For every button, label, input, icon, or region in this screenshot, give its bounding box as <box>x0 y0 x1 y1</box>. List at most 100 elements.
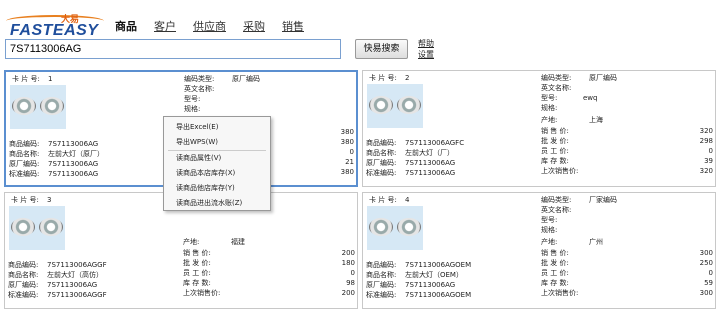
model-label: 型号: <box>184 95 201 103</box>
help-links: 帮助 设置 <box>418 38 434 60</box>
last-price-value: 380 <box>340 168 354 176</box>
std-label: 标准编码: <box>9 170 40 178</box>
search-input[interactable]: 7S7113006AG <box>5 39 341 59</box>
card-no: 4 <box>405 196 410 204</box>
std-value: 7S7113006AG <box>405 169 456 177</box>
product-card-2[interactable]: 卡 片 号: 2 商品编码: 7S7113006AGFC 商品名称: 左前大灯（… <box>362 70 716 187</box>
staff-value: 0 <box>708 147 713 155</box>
staff-value: 0 <box>350 269 355 277</box>
wholesale-label: 批 发 价: <box>541 137 569 145</box>
stock-value: 21 <box>345 158 354 166</box>
card-no: 2 <box>405 74 410 82</box>
factory-label: 原厂编码: <box>8 281 39 289</box>
product-image <box>367 206 423 250</box>
code-label: 商品编码: <box>9 140 40 148</box>
name-value: 左前大灯（OEM） <box>405 271 463 279</box>
nav-item-purchase[interactable]: 采购 <box>243 18 265 34</box>
price-value: 200 <box>341 249 355 257</box>
std-value: 7S7113006AGOEM <box>405 291 472 299</box>
menu-item-read-other-stock[interactable]: 读商品他店库存(Y) <box>164 181 270 196</box>
card-no: 1 <box>48 75 53 83</box>
card-no-label: 卡 片 号: <box>369 74 397 82</box>
product-image <box>10 85 66 129</box>
stock-label: 库 存 数: <box>541 279 569 287</box>
stock-value: 59 <box>704 279 713 287</box>
menu-item-read-local-stock[interactable]: 读商品本店库存(X) <box>164 166 270 181</box>
nav-item-goods[interactable]: 商品 <box>115 18 137 34</box>
staff-value: 0 <box>708 269 713 277</box>
model-label: 型号: <box>541 216 558 224</box>
nav-item-sales[interactable]: 销售 <box>282 18 304 34</box>
factory-label: 原厂编码: <box>366 281 397 289</box>
wholesale-value: 180 <box>341 259 355 267</box>
price-value: 320 <box>699 127 713 135</box>
staff-label: 员 工 价: <box>541 147 569 155</box>
stock-label: 库 存 数: <box>183 279 211 287</box>
std-value: 7S7113006AGGF <box>47 291 107 299</box>
origin-value: 上海 <box>589 116 603 124</box>
menu-item-read-attributes[interactable]: 读商品属性(V) <box>164 151 270 166</box>
card-no-label: 卡 片 号: <box>369 196 397 204</box>
wholesale-value: 250 <box>699 259 713 267</box>
last-price-label: 上次销售价: <box>541 289 579 297</box>
model-value: ewq <box>583 94 598 102</box>
origin-value: 福建 <box>231 238 245 246</box>
nav-item-customers[interactable]: 客户 <box>154 18 176 34</box>
price-value: 380 <box>340 128 354 136</box>
en-label: 英文名称: <box>541 206 572 214</box>
price-label: 销 售 价: <box>541 127 569 135</box>
type-label: 编码类型: <box>184 75 215 83</box>
type-value: 厂家编码 <box>589 196 617 204</box>
help-link[interactable]: 帮助 <box>418 38 434 49</box>
name-value: 左前大灯（厂） <box>405 149 454 157</box>
type-label: 编码类型: <box>541 196 572 204</box>
context-menu: 导出Excel(E) 导出WPS(W) 读商品属性(V) 读商品本店库存(X) … <box>163 116 271 211</box>
price-label: 销 售 价: <box>183 249 211 257</box>
spec-label: 规格: <box>184 105 201 113</box>
std-label: 标准编码: <box>366 169 397 177</box>
staff-label: 员 工 价: <box>541 269 569 277</box>
stock-label: 库 存 数: <box>541 157 569 165</box>
product-image <box>367 84 423 128</box>
name-label: 商品名称: <box>366 271 397 279</box>
last-price-value: 320 <box>699 167 713 175</box>
name-value: 左前大灯（高仿） <box>47 271 103 279</box>
factory-label: 原厂编码: <box>366 159 397 167</box>
code-value: 7S7113006AG <box>48 140 99 148</box>
name-label: 商品名称: <box>9 150 40 158</box>
code-label: 商品编码: <box>366 139 397 147</box>
nav-item-suppliers[interactable]: 供应商 <box>193 18 226 34</box>
product-image <box>9 206 65 250</box>
factory-value: 7S7113006AG <box>405 159 456 167</box>
menu-item-export-excel[interactable]: 导出Excel(E) <box>164 120 270 135</box>
origin-label: 产地: <box>183 238 200 246</box>
card-no: 3 <box>47 196 52 204</box>
stock-value: 39 <box>704 157 713 165</box>
last-price-value: 300 <box>699 289 713 297</box>
menu-item-read-ledger[interactable]: 读商品进出流水账(Z) <box>164 196 270 211</box>
std-label: 标准编码: <box>366 291 397 299</box>
price-value: 300 <box>699 249 713 257</box>
type-label: 编码类型: <box>541 74 572 82</box>
search-button[interactable]: 快易搜索 <box>355 39 408 59</box>
factory-value: 7S7113006AG <box>405 281 456 289</box>
spec-label: 规格: <box>541 226 558 234</box>
origin-label: 产地: <box>541 116 558 124</box>
model-label: 型号: <box>541 94 558 102</box>
wholesale-value: 380 <box>340 138 354 146</box>
menu-item-export-wps[interactable]: 导出WPS(W) <box>164 135 270 150</box>
card-no-label: 卡 片 号: <box>12 75 40 83</box>
settings-link[interactable]: 设置 <box>418 49 434 60</box>
factory-value: 7S7113006AG <box>47 281 98 289</box>
code-value: 7S7113006AGGF <box>47 261 107 269</box>
product-card-4[interactable]: 卡 片 号: 4 商品编码: 7S7113006AGOEM 商品名称: 左前大灯… <box>362 192 716 309</box>
price-label: 销 售 价: <box>541 249 569 257</box>
main-nav: 商品 客户 供应商 采购 销售 <box>115 18 321 34</box>
staff-value: 0 <box>349 148 354 156</box>
last-price-label: 上次销售价: <box>541 167 579 175</box>
en-label: 英文名称: <box>541 84 572 92</box>
factory-label: 原厂编码: <box>9 160 40 168</box>
logo-brand-text: FASTEASY <box>10 22 99 39</box>
type-value: 原厂编码 <box>232 75 260 83</box>
last-price-label: 上次销售价: <box>183 289 221 297</box>
